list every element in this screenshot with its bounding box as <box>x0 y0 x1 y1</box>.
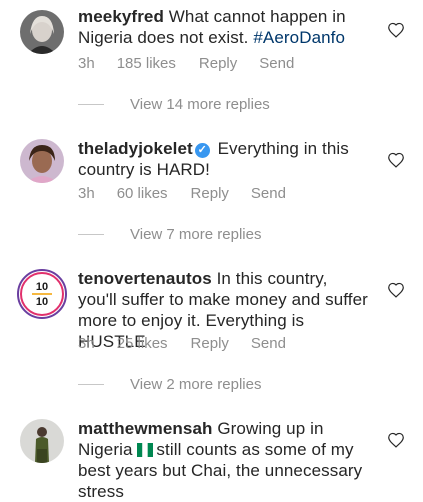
comment-body: theladyjokelet ✓ Everything in this count… <box>78 138 370 180</box>
comment-body: matthewmensah Growing up in Nigeria stil… <box>78 418 370 502</box>
comment-body: meekyfred What cannot happen in Nigeria … <box>78 6 370 48</box>
view-replies-label: View 2 more replies <box>130 376 262 393</box>
avatar[interactable]: 10 10 <box>17 269 67 319</box>
heart-icon[interactable] <box>387 432 405 448</box>
divider-line <box>78 384 104 385</box>
send-button[interactable]: Send <box>251 185 286 202</box>
timestamp: 3h <box>78 185 95 202</box>
ten-over-ten-logo-icon: 10 10 <box>20 272 64 316</box>
send-button[interactable]: Send <box>251 335 286 352</box>
view-replies-label: View 7 more replies <box>130 226 262 243</box>
reply-button[interactable]: Reply <box>199 55 237 72</box>
heart-icon[interactable] <box>387 152 405 168</box>
username[interactable]: theladyjokelet <box>78 139 193 158</box>
likes-count[interactable]: 185 likes <box>117 55 176 72</box>
divider-line <box>78 234 104 235</box>
hashtag-link[interactable]: #AeroDanfo <box>253 28 345 47</box>
heart-icon[interactable] <box>387 22 405 38</box>
view-replies-label: View 14 more replies <box>130 96 270 113</box>
divider-line <box>78 104 104 105</box>
username[interactable]: matthewmensah <box>78 419 213 438</box>
comment-meta: 3h 60 likes Reply Send <box>78 185 308 202</box>
username[interactable]: meekyfred <box>78 7 164 26</box>
timestamp: 3h <box>78 335 95 352</box>
send-button[interactable]: Send <box>259 55 294 72</box>
svg-text:10: 10 <box>36 296 48 308</box>
view-replies-button[interactable]: View 2 more replies <box>78 376 261 393</box>
timestamp: 3h <box>78 55 95 72</box>
likes-count[interactable]: 25 likes <box>117 335 168 352</box>
reply-button[interactable]: Reply <box>191 185 229 202</box>
avatar[interactable] <box>20 139 64 183</box>
svg-text:10: 10 <box>36 281 48 293</box>
likes-count[interactable]: 60 likes <box>117 185 168 202</box>
verified-badge-icon: ✓ <box>194 143 210 158</box>
avatar[interactable] <box>20 10 64 54</box>
nigeria-flag-icon <box>137 443 154 457</box>
view-replies-button[interactable]: View 14 more replies <box>78 96 270 113</box>
username[interactable]: tenovertenautos <box>78 269 212 288</box>
reply-button[interactable]: Reply <box>191 335 229 352</box>
avatar[interactable] <box>20 419 64 463</box>
comment-meta: 3h 185 likes Reply Send <box>78 55 316 72</box>
heart-icon[interactable] <box>387 282 405 298</box>
comment-meta: 3h 25 likes Reply Send <box>78 335 308 352</box>
view-replies-button[interactable]: View 7 more replies <box>78 226 261 243</box>
